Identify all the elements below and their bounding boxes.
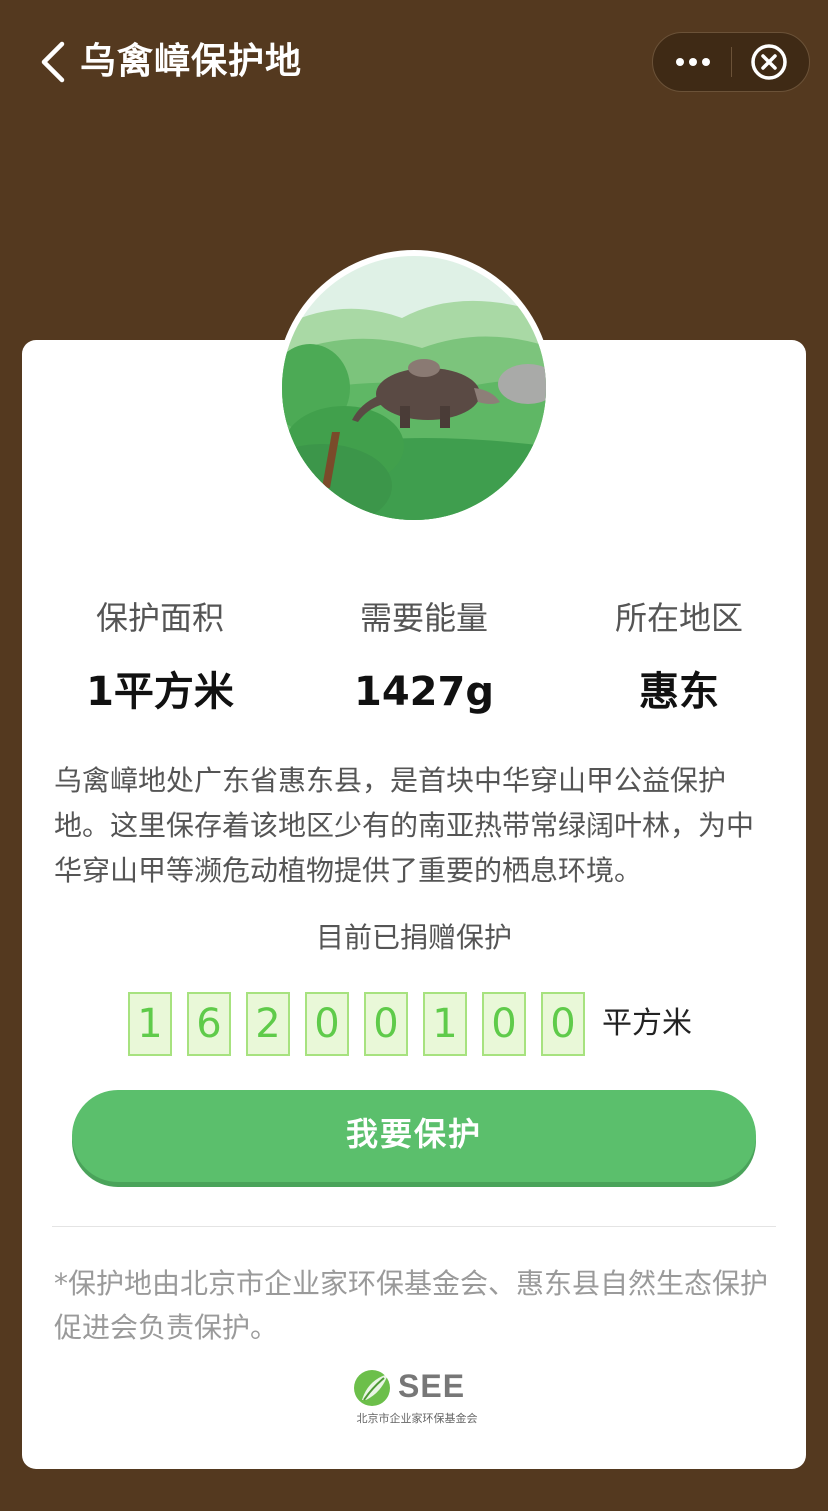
counter-digit: 6 xyxy=(187,992,231,1056)
counter-digit: 1 xyxy=(128,992,172,1056)
close-icon[interactable] xyxy=(732,33,810,91)
nav-bar: 乌禽嶂保护地 xyxy=(0,0,828,124)
stat-label: 所在地区 xyxy=(614,599,743,637)
stat-label: 保护面积 xyxy=(95,599,224,637)
more-icon[interactable] xyxy=(653,33,731,91)
see-leaf-icon xyxy=(354,1370,390,1406)
stat-value: 1平方米 xyxy=(86,669,234,715)
counter-digit: 0 xyxy=(305,992,349,1056)
counter-digit: 0 xyxy=(364,992,408,1056)
protect-button[interactable]: 我要保护 xyxy=(72,1090,756,1182)
stat-value: 1427g xyxy=(354,669,494,715)
footer-note: *保护地由北京市企业家环保基金会、惠东县自然生态保护促进会负责保护。 xyxy=(54,1267,769,1344)
counter-digit: 0 xyxy=(541,992,585,1056)
donated-unit: 平方米 xyxy=(602,1006,692,1041)
see-logo: SEE 北京市企业家环保基金会 xyxy=(352,1366,482,1428)
counter-digit: 1 xyxy=(423,992,467,1056)
divider xyxy=(52,1226,776,1227)
reserve-description: 乌禽嶂地处广东省惠东县，是首块中华穿山甲公益保护地。这里保存着该地区少有的南亚热… xyxy=(54,764,755,887)
counter-digit: 0 xyxy=(482,992,526,1056)
stat-energy: 需要能量 1427g xyxy=(294,596,554,718)
stat-value: 惠东 xyxy=(639,669,719,715)
stat-area: 保护面积 1平方米 xyxy=(30,596,290,718)
stat-label: 需要能量 xyxy=(359,599,488,637)
back-icon[interactable] xyxy=(36,40,76,84)
stats-row: 保护面积 1平方米 需要能量 1427g 所在地区 惠东 xyxy=(22,596,806,726)
stat-region: 所在地区 惠东 xyxy=(549,596,809,718)
page-title: 乌禽嶂保护地 xyxy=(80,41,303,82)
donated-label: 目前已捐赠保护 xyxy=(315,921,512,954)
pangolin-landscape-image xyxy=(282,256,546,520)
logo-subtitle: 北京市企业家环保基金会 xyxy=(356,1412,478,1425)
reserve-avatar xyxy=(276,250,552,526)
counter-digit: 2 xyxy=(246,992,290,1056)
logo-text: SEE xyxy=(398,1368,466,1404)
mini-program-capsule xyxy=(652,32,810,92)
